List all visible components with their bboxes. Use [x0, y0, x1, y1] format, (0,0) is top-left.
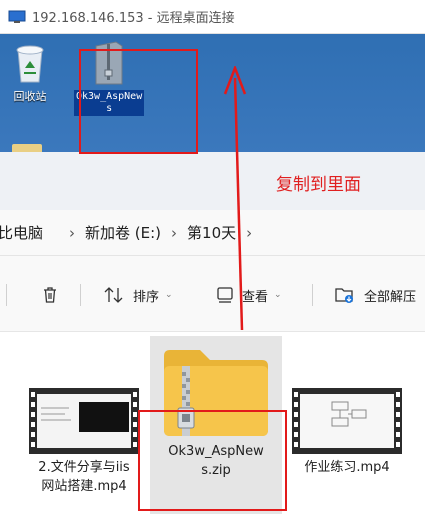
- annotation-box-zip: [138, 410, 287, 511]
- sort-label: 排序: [133, 289, 160, 305]
- file-item-video-2[interactable]: 作业练习.mp4: [292, 388, 402, 477]
- annotation-box-desktop: [79, 49, 198, 154]
- annotation-text: 复制到里面: [276, 175, 361, 195]
- rdp-title-bar: 192.168.146.153 - 远程桌面连接: [0, 0, 425, 34]
- video-file-icon: [292, 388, 402, 454]
- file-name: 作业练习.mp4: [304, 460, 390, 475]
- annotation-arrow: [223, 66, 247, 331]
- chevron-right-icon[interactable]: ›: [69, 224, 75, 242]
- delete-button[interactable]: [40, 283, 60, 307]
- rdp-window-title: 192.168.146.153 - 远程桌面连接: [32, 11, 235, 26]
- extract-all-label: 全部解压: [364, 289, 417, 305]
- chevron-down-icon: ⌄: [165, 290, 173, 300]
- chevron-down-icon: ⌄: [274, 290, 282, 300]
- sort-button[interactable]: 排序 ⌄: [103, 283, 173, 307]
- trash-icon: [44, 287, 56, 303]
- file-item-video-1[interactable]: 2.文件分享与iis 网站搭建.mp4: [24, 388, 144, 496]
- explorer-title-area: [0, 152, 425, 210]
- breadcrumb-item-this-pc[interactable]: 比电脑: [0, 222, 43, 243]
- remote-desktop: 回收站 Ok3w_AspNew s: [0, 34, 425, 156]
- remote-desktop-icon: [8, 10, 26, 23]
- file-name: 2.文件分享与iis 网站搭建.mp4: [38, 460, 130, 494]
- explorer-toolbar: 排序 ⌄ 查看 ⌄ 全部解压: [0, 256, 425, 332]
- toolbar-divider: [80, 284, 81, 306]
- video-file-icon: [29, 388, 139, 454]
- breadcrumb: 比电脑 › 新加卷 (E:) › 第10天 ›: [0, 210, 425, 256]
- recycle-bin-label: 回收站: [13, 90, 47, 103]
- chevron-right-icon[interactable]: ›: [171, 224, 177, 242]
- toolbar-divider: [6, 284, 7, 306]
- extract-icon: [335, 288, 353, 303]
- breadcrumb-item-drive-e[interactable]: 新加卷 (E:): [85, 222, 161, 243]
- desktop-icon-recycle-bin[interactable]: 回收站: [12, 40, 48, 104]
- extract-all-button[interactable]: 全部解压: [334, 283, 416, 307]
- recycle-bin-icon: [16, 45, 44, 83]
- sort-icon: [104, 287, 123, 303]
- toolbar-divider: [312, 284, 313, 306]
- screenshot-root: 192.168.146.153 - 远程桌面连接 回收站 Ok3w_AspNew…: [0, 0, 425, 521]
